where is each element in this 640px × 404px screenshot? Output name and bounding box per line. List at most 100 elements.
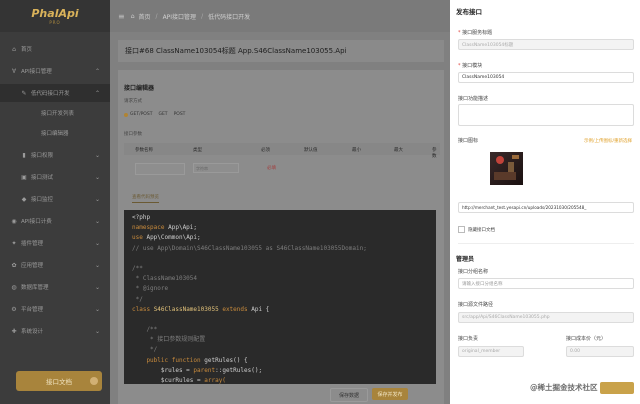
code-icon: ✎ [21, 89, 27, 97]
sidebar-item[interactable]: ▮ 接口权限 ⌄ [0, 146, 110, 164]
editor-title: 接口编辑器 [124, 85, 155, 92]
menu-icon[interactable]: ≡ [118, 12, 125, 21]
sidebar-item[interactable]: 接口编辑器 [0, 124, 110, 142]
chevron-down-icon: ⌄ [94, 217, 100, 225]
method-radio-post[interactable]: POST [174, 112, 186, 117]
logo: PhalApi PRO [0, 0, 110, 32]
sidebar-item-label: 接口编辑器 [41, 131, 69, 137]
code-line: namespace App\Api; [132, 223, 436, 233]
col-name: 参数名称 [135, 148, 153, 153]
col-min: 最小 [352, 148, 361, 153]
sidebar-item[interactable]: ⚙ 平台管理 ⌄ [0, 300, 110, 318]
chevron-down-icon: ⌄ [94, 327, 100, 335]
desc-textarea[interactable] [458, 104, 634, 126]
api-icon-image[interactable] [490, 152, 523, 185]
module-input[interactable]: ClassName103054 [458, 72, 634, 83]
code-token: parent [193, 366, 216, 374]
code-token: class [132, 305, 154, 313]
chevron-down-icon: ⌄ [94, 239, 100, 247]
params-table-header: 参数名称 类型 必须 默认值 最小 最大 参数 [124, 143, 440, 159]
publish-drawer: 发布接口 * 接口服务标题 ClassName103054标题 * 接口模块 C… [450, 0, 640, 404]
group-input[interactable]: 请输入接口分组名称 [458, 278, 634, 289]
method-radio-get[interactable]: GET [158, 112, 167, 117]
cost-label: 接口成本价（元） [566, 336, 607, 342]
code-preview-tab[interactable]: 查看代码预览 [132, 194, 159, 203]
param-type-select[interactable]: 字符串 [193, 163, 239, 173]
chevron-down-icon: ⌄ [94, 195, 100, 203]
code-preview[interactable]: <?php namespace App\Api; use App\Common\Ap… [124, 210, 436, 384]
chevron-down-icon: ⌄ [94, 305, 100, 313]
home-icon: ⌂ [130, 12, 135, 20]
icon-upload-link[interactable]: 示例/上传图标/重新选择 [584, 138, 632, 144]
sidebar-item[interactable]: ▣ 接口测试 ⌄ [0, 168, 110, 186]
code-token: public [132, 356, 172, 364]
sidebar-item-label: 接口权限 [31, 153, 54, 159]
doc-button-label: 接口文档 [46, 378, 72, 386]
sidebar-item-label: 平台管理 [21, 307, 44, 313]
code-token: extends [222, 305, 252, 313]
sidebar-item-label: API接口管理 [21, 69, 52, 75]
logo-text: PhalApi [31, 7, 79, 20]
sidebar-item[interactable]: ◉ API接口计费 ⌄ [0, 212, 110, 230]
sidebar-item[interactable]: ✿ 应用管理 ⌄ [0, 256, 110, 274]
breadcrumb-api[interactable]: API接口管理 [163, 12, 197, 21]
code-token: /** [132, 264, 143, 272]
platform-icon: ⚙ [11, 305, 17, 313]
hide-doc-checkbox[interactable]: 隐藏接口文档 [458, 226, 495, 233]
breadcrumb-lowcode[interactable]: 低代码接口开发 [208, 12, 250, 21]
code-line: /** [132, 325, 436, 335]
chevron-down-icon: ⌄ [94, 261, 100, 269]
code-line: $rules = parent::getRules(); [132, 366, 436, 376]
sidebar-item[interactable]: ◆ 接口监控 ⌄ [0, 190, 110, 208]
api-title-input[interactable]: ClassName103054标题 [458, 39, 634, 50]
sidebar-item[interactable]: ◍ 数据库管理 ⌄ [0, 278, 110, 296]
drawer-confirm-button[interactable] [600, 382, 634, 394]
cost-input[interactable]: 0.00 [566, 346, 634, 357]
lock-icon: ▮ [22, 151, 26, 159]
code-token: /** [132, 326, 158, 334]
doc-button[interactable]: 接口文档 [16, 371, 102, 391]
database-icon: ◍ [11, 283, 17, 291]
code-line: <?php [132, 213, 436, 223]
code-token: // use App\Domain\S46ClassName103055 as … [132, 244, 367, 252]
desc-label: 接口功能描述 [458, 96, 489, 102]
sidebar-item[interactable]: ✎ 低代码接口开发 ⌃ [0, 84, 110, 102]
chevron-down-icon: ⌄ [94, 151, 100, 159]
chevron-down-icon: ⌄ [94, 283, 100, 291]
code-line: class S46ClassName103055 extends Api { [132, 305, 436, 315]
billing-icon: ◉ [11, 217, 17, 225]
sidebar-item[interactable]: ⌂ 首页 [0, 40, 110, 58]
code-token: array( [204, 377, 226, 384]
design-icon: ✚ [11, 327, 17, 335]
page-title: 接口#68 ClassName103054标题 App.S46ClassName… [118, 40, 444, 62]
monitor-icon: ◆ [21, 195, 27, 203]
code-token: * ClassName103054 [132, 275, 198, 283]
path-input[interactable]: src/app/Api/S46ClassName103055.php [458, 312, 634, 323]
api-title-label: * 接口服务标题 [458, 30, 493, 36]
breadcrumb-home[interactable]: 首页 [139, 12, 151, 21]
code-line: /** [132, 264, 436, 274]
module-label: * 接口模块 [458, 63, 483, 69]
sidebar-item[interactable]: ✦ 插件管理 ⌄ [0, 234, 110, 252]
sidebar-item[interactable]: ∀ API接口管理 ⌃ [0, 62, 110, 80]
method-radio-getpost[interactable]: GET/POST [124, 112, 152, 117]
param-name-input[interactable] [135, 163, 185, 175]
code-token: function [171, 356, 205, 364]
icon-url-input[interactable]: http://merchant_test.yesapi.cn/uploads/2… [458, 202, 634, 213]
code-token: $rules = [132, 366, 194, 374]
sidebar-item-label: 接口测试 [31, 175, 54, 181]
sidebar-item[interactable]: 接口开发列表 [0, 104, 110, 122]
code-line: * ClassName103054 [132, 274, 436, 284]
path-label: 接口源文件路径 [458, 302, 494, 308]
admin-section-title: 管理员 [456, 256, 475, 263]
sidebar-item-label: 数据库管理 [21, 285, 49, 291]
api-icon: ∀ [11, 67, 17, 75]
save-publish-button[interactable]: 保存并发布 [372, 388, 408, 400]
param-required-value[interactable]: 必填 [267, 165, 276, 171]
sidebar-item[interactable]: ✚ 系统设计 ⌄ [0, 322, 110, 340]
save-data-button[interactable]: 保存数据 [330, 388, 368, 402]
code-line: use App\Common\Api; [132, 233, 436, 243]
sidebar-item-label: 首页 [21, 47, 33, 53]
owner-input[interactable]: original_member [458, 346, 524, 357]
chevron-up-icon: ⌃ [94, 89, 100, 97]
